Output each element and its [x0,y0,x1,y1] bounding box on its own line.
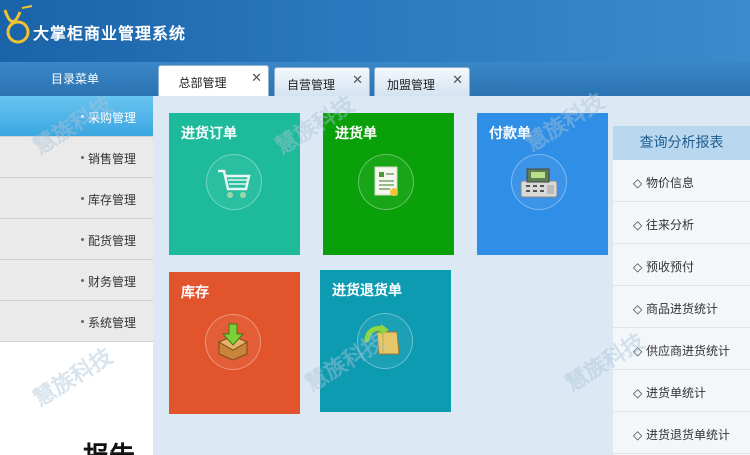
document-icon [374,166,398,196]
sidebar-item-purchase[interactable]: 采购管理 [0,96,153,137]
close-icon[interactable]: ✕ [352,73,363,88]
sidebar-item-label: 库存管理 [88,193,137,207]
tab-headquarters[interactable]: 总部管理 ✕ [158,65,269,96]
sidebar-item-system[interactable]: 系统管理 [0,301,153,342]
report-panel: 查询分析报表 ◇ 物价信息 ◇ 往来分析 ◇ 预收预付 ◇ 商品进货统计 ◇ 供… [613,96,750,455]
close-icon[interactable]: ✕ [452,73,463,88]
sidebar: 采购管理 销售管理 库存管理 配货管理 财务管理 系统管理 [0,96,153,455]
tab-label: 加盟管理 [386,78,435,92]
sidebar-item-label: 系统管理 [88,316,137,330]
report-panel-title: 查询分析报表 [613,126,750,160]
tile-purchase-receipt[interactable]: 进货单 [323,113,454,255]
tile-payment[interactable]: 付款单 [477,113,608,255]
return-goods-icon [364,324,400,355]
cash-register-icon [520,168,558,198]
sidebar-item-distribution[interactable]: 配货管理 [0,219,153,260]
report-item-prepayments[interactable]: ◇ 预收预付 [613,244,750,286]
tab-franchise[interactable]: 加盟管理 ✕ [374,67,470,96]
bullet-icon [81,279,84,282]
report-item-purchase-return-stats[interactable]: ◇ 进货退货单统计 [613,412,750,454]
report-item-label: ◇ 进货单统计 [633,386,707,400]
tile-label: 进货单 [335,126,377,142]
tile-label: 库存 [181,285,209,301]
inventory-box-icon [217,323,249,361]
sidebar-item-label: 财务管理 [88,275,137,289]
sidebar-item-inventory[interactable]: 库存管理 [0,178,153,219]
report-item-label: ◇ 预收预付 [633,260,695,274]
sidebar-item-finance[interactable]: 财务管理 [0,260,153,301]
tab-label: 总部管理 [178,76,227,90]
close-icon[interactable]: ✕ [251,71,262,86]
report-item-label: ◇ 往来分析 [633,218,695,232]
tile-purchase-order[interactable]: 进货订单 [169,113,300,255]
sidebar-blank-area [0,342,153,455]
sidebar-item-label: 销售管理 [88,152,137,166]
main-content: 进货订单 进货单 付款单 库存 进货退货单 [153,96,613,455]
report-item-product-purchase-stats[interactable]: ◇ 商品进货统计 [613,286,750,328]
shopping-cart-icon [218,169,251,198]
sidebar-item-label: 采购管理 [88,111,137,125]
tile-purchase-return[interactable]: 进货退货单 [320,270,451,412]
app-title: 大掌柜商业管理系统 [33,24,187,43]
report-item-supplier-purchase-stats[interactable]: ◇ 供应商进货统计 [613,328,750,370]
tile-inventory[interactable]: 库存 [169,272,300,414]
app-header: 大掌柜商业管理系统 [0,0,750,62]
sidebar-bottom-text: — 报告 [48,444,135,455]
report-item-price-info[interactable]: ◇ 物价信息 [613,160,750,202]
report-item-account-analysis[interactable]: ◇ 往来分析 [613,202,750,244]
app-logo-icon [3,5,33,44]
bullet-icon [81,156,84,159]
bullet-icon [81,238,84,241]
tile-label: 进货订单 [181,126,237,142]
bullet-icon [81,320,84,323]
bullet-icon [81,115,84,118]
tab-label: 自营管理 [286,78,335,92]
tile-label: 付款单 [489,126,531,142]
report-panel-spacer [613,96,750,126]
tab-self-operated[interactable]: 自营管理 ✕ [274,67,370,96]
bullet-icon [81,197,84,200]
report-item-label: ◇ 商品进货统计 [633,302,719,316]
menu-caption: 目录菜单 [50,72,99,86]
report-item-label: ◇ 供应商进货统计 [633,344,731,358]
report-item-purchase-order-stats[interactable]: ◇ 进货单统计 [613,370,750,412]
sidebar-item-label: 配货管理 [88,234,137,248]
report-item-label: ◇ 物价信息 [633,176,695,190]
report-item-label: ◇ 进货退货单统计 [633,428,731,442]
sidebar-item-sales[interactable]: 销售管理 [0,137,153,178]
tile-label: 进货退货单 [332,283,402,299]
